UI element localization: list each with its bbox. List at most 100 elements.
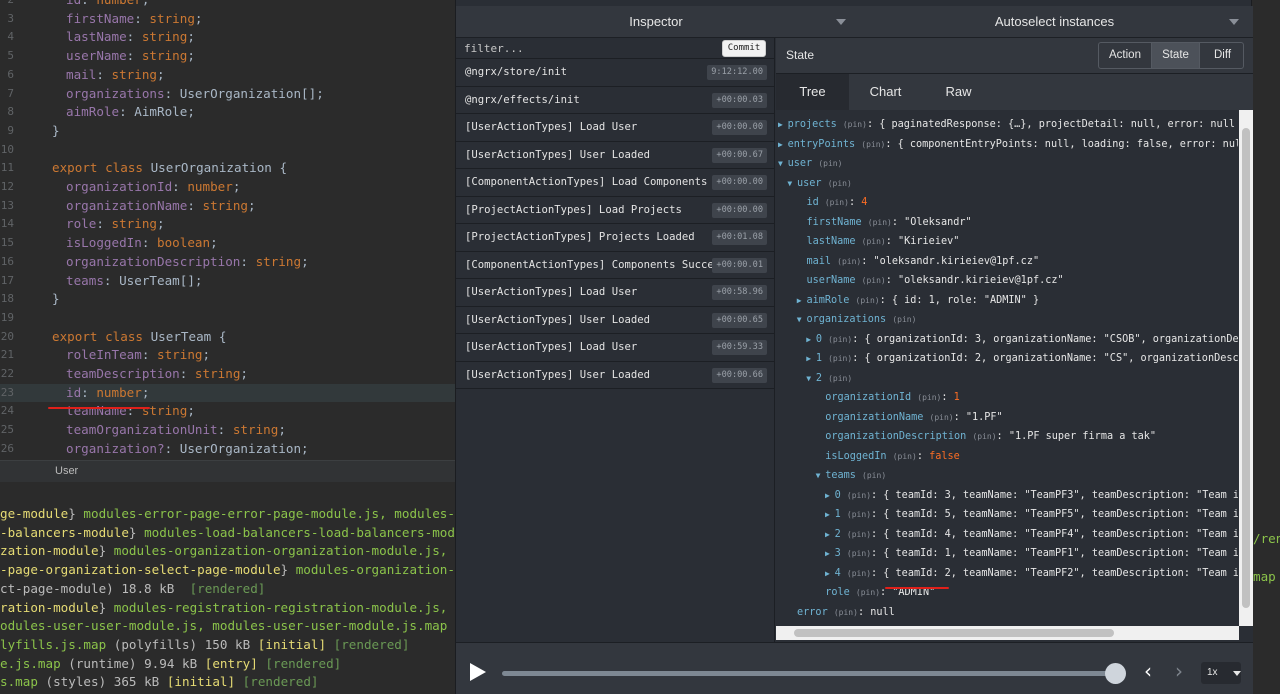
pin-link[interactable]: (pin) [917,393,941,402]
tree-node[interactable]: ▼ teams (pin) [816,466,887,486]
code-text: roleInTeam: string; [66,346,210,365]
tree-node[interactable]: ▶ 4 (pin): { teamId: 2, teamName: "TeamP… [825,564,1238,584]
pin-link[interactable]: (pin) [847,549,871,558]
pin-link[interactable]: (pin) [892,315,916,324]
code-token: : UserOrganization[] [164,85,317,101]
pin-link[interactable]: (pin) [862,237,886,246]
pin-link[interactable]: (pin) [847,530,871,539]
collapsed-arrow-icon[interactable]: ▶ [825,491,835,500]
tree-node[interactable]: ▶ 2 (pin): { teamId: 4, teamName: "TeamP… [825,525,1238,545]
mode-action-button[interactable]: Action [1099,43,1152,68]
pin-link[interactable]: (pin) [828,179,852,188]
action-list-item[interactable]: [UserActionTypes] User Loaded +00:00.65 [456,307,775,334]
terminal-token: [initial] [166,674,243,690]
pin-link[interactable]: (pin) [837,257,861,266]
tree-node[interactable]: ▼ user (pin) [778,154,842,174]
chevron-down-icon[interactable] [1229,19,1239,25]
pin-link[interactable]: (pin) [856,296,880,305]
chevron-down-icon[interactable] [836,19,846,25]
action-list-item[interactable]: [ProjectActionTypes] Load Projects +00:00… [456,197,775,224]
pin-link[interactable]: (pin) [972,432,996,441]
play-icon[interactable] [470,663,486,681]
expanded-arrow-icon[interactable]: ▼ [787,179,797,188]
filter-input[interactable] [464,40,714,57]
pin-link[interactable]: (pin) [856,588,880,597]
code-token: string [141,48,188,64]
pin-link[interactable]: (pin) [861,140,885,149]
pin-link[interactable]: (pin) [828,374,852,383]
pin-link[interactable]: (pin) [862,471,886,480]
action-list-item[interactable]: [UserActionTypes] Load User +00:58.96 [456,279,775,307]
breadcrumb[interactable]: User [55,465,78,477]
terminal-token: ge-module [0,506,69,521]
pin-link[interactable]: (pin) [868,218,892,227]
action-list-item[interactable]: @ngrx/effects/init +00:00.03 [456,87,775,114]
chevron-down-icon[interactable] [1233,671,1241,676]
tree-node[interactable]: ▶ 3 (pin): { teamId: 1, teamName: "TeamP… [825,544,1238,564]
collapsed-arrow-icon[interactable]: ▶ [825,530,835,539]
pin-link[interactable]: (pin) [847,491,871,500]
tree-node[interactable]: ▼ user (pin) [787,174,851,194]
tab-raw[interactable]: Raw [922,74,995,110]
mode-diff-button[interactable]: Diff [1200,43,1243,68]
action-list-item[interactable]: [ComponentActionTypes] Components Succes… [456,252,775,279]
vertical-scrollbar[interactable] [1239,110,1253,626]
action-list-item[interactable]: [ProjectActionTypes] Projects Loaded +00:… [456,224,775,252]
tree-node: userName (pin): "oleksandr.kirieiev@1pf.… [797,271,1063,291]
previous-action-button[interactable]: ‹ [1144,659,1152,683]
tab-chart[interactable]: Chart [849,74,922,110]
pin-link[interactable]: (pin) [828,354,852,363]
tree-node[interactable]: ▶ 1 (pin): { teamId: 5, teamName: "TeamP… [825,505,1238,525]
horizontal-scrollbar[interactable] [776,626,1239,640]
pin-link[interactable]: (pin) [818,159,842,168]
collapsed-arrow-icon[interactable]: ▶ [825,549,835,558]
pin-link[interactable]: (pin) [834,608,858,617]
pin-link[interactable]: (pin) [862,276,886,285]
pin-link[interactable]: (pin) [828,335,852,344]
terminal-token: s.map [0,674,46,690]
collapsed-arrow-icon[interactable]: ▶ [778,140,788,149]
tree-node[interactable]: ▶ 0 (pin): { teamId: 3, teamName: "TeamP… [825,486,1238,506]
tree-node: organizationId (pin): 1 [816,388,960,408]
tree-node[interactable]: ▶ 0 (pin): { organizationId: 3, organiza… [806,330,1238,350]
expanded-arrow-icon[interactable]: ▼ [778,159,788,168]
action-list-item[interactable]: [UserActionTypes] User Loaded +00:00.67 [456,142,775,169]
pin-link[interactable]: (pin) [930,413,954,422]
tree-node[interactable]: ▼ organizations (pin) [797,310,917,330]
expanded-arrow-icon[interactable]: ▼ [797,315,807,324]
mode-state-button[interactable]: State [1152,43,1200,68]
action-list-item[interactable]: [ComponentActionTypes] Load Components +0… [456,169,775,197]
collapsed-arrow-icon[interactable]: ▶ [806,335,816,344]
collapsed-arrow-icon[interactable]: ▶ [825,510,835,519]
inspector-dropdown[interactable]: Inspector [456,6,856,38]
expanded-arrow-icon[interactable]: ▼ [816,471,826,480]
collapsed-arrow-icon[interactable]: ▶ [797,296,807,305]
action-list-item[interactable]: [UserActionTypes] Load User +00:00.00 [456,114,775,142]
pin-link[interactable]: (pin) [893,452,917,461]
commit-button[interactable]: Commit [722,40,766,57]
tree-node[interactable]: ▼ 2 (pin) [806,369,852,389]
collapsed-arrow-icon[interactable]: ▶ [825,569,835,578]
tree-node[interactable]: ▶ entryPoints (pin): { componentEntryPoi… [778,135,1238,155]
tab-tree[interactable]: Tree [776,74,849,110]
scrollbar-thumb[interactable] [1242,128,1250,608]
collapsed-arrow-icon[interactable]: ▶ [806,354,816,363]
pin-link[interactable]: (pin) [847,510,871,519]
pin-link[interactable]: (pin) [825,198,849,207]
action-list-item[interactable]: [UserActionTypes] User Loaded +00:00.66 [456,362,775,389]
instance-dropdown[interactable]: Autoselect instances [856,6,1253,38]
tree-node[interactable]: ▶ projects (pin): { paginatedResponse: {… [778,115,1238,135]
scrollbar-thumb[interactable] [794,629,1114,637]
action-list-item[interactable]: @ngrx/store/init 9:12:12.00 [456,59,775,87]
timeline-slider[interactable] [502,671,1116,676]
terminal-token: [initial] [257,636,334,652]
collapsed-arrow-icon[interactable]: ▶ [778,120,788,129]
next-action-button[interactable]: › [1175,659,1183,683]
pin-link[interactable]: (pin) [847,569,871,578]
expanded-arrow-icon[interactable]: ▼ [806,374,816,383]
action-list-item[interactable]: [UserActionTypes] Load User +00:59.33 [456,334,775,362]
timeline-slider-handle[interactable] [1105,663,1126,684]
tree-node[interactable]: ▶ aimRole (pin): { id: 1, role: "ADMIN" … [797,291,1039,311]
pin-link[interactable]: (pin) [843,120,867,129]
tree-node[interactable]: ▶ 1 (pin): { organizationId: 2, organiza… [806,349,1238,369]
